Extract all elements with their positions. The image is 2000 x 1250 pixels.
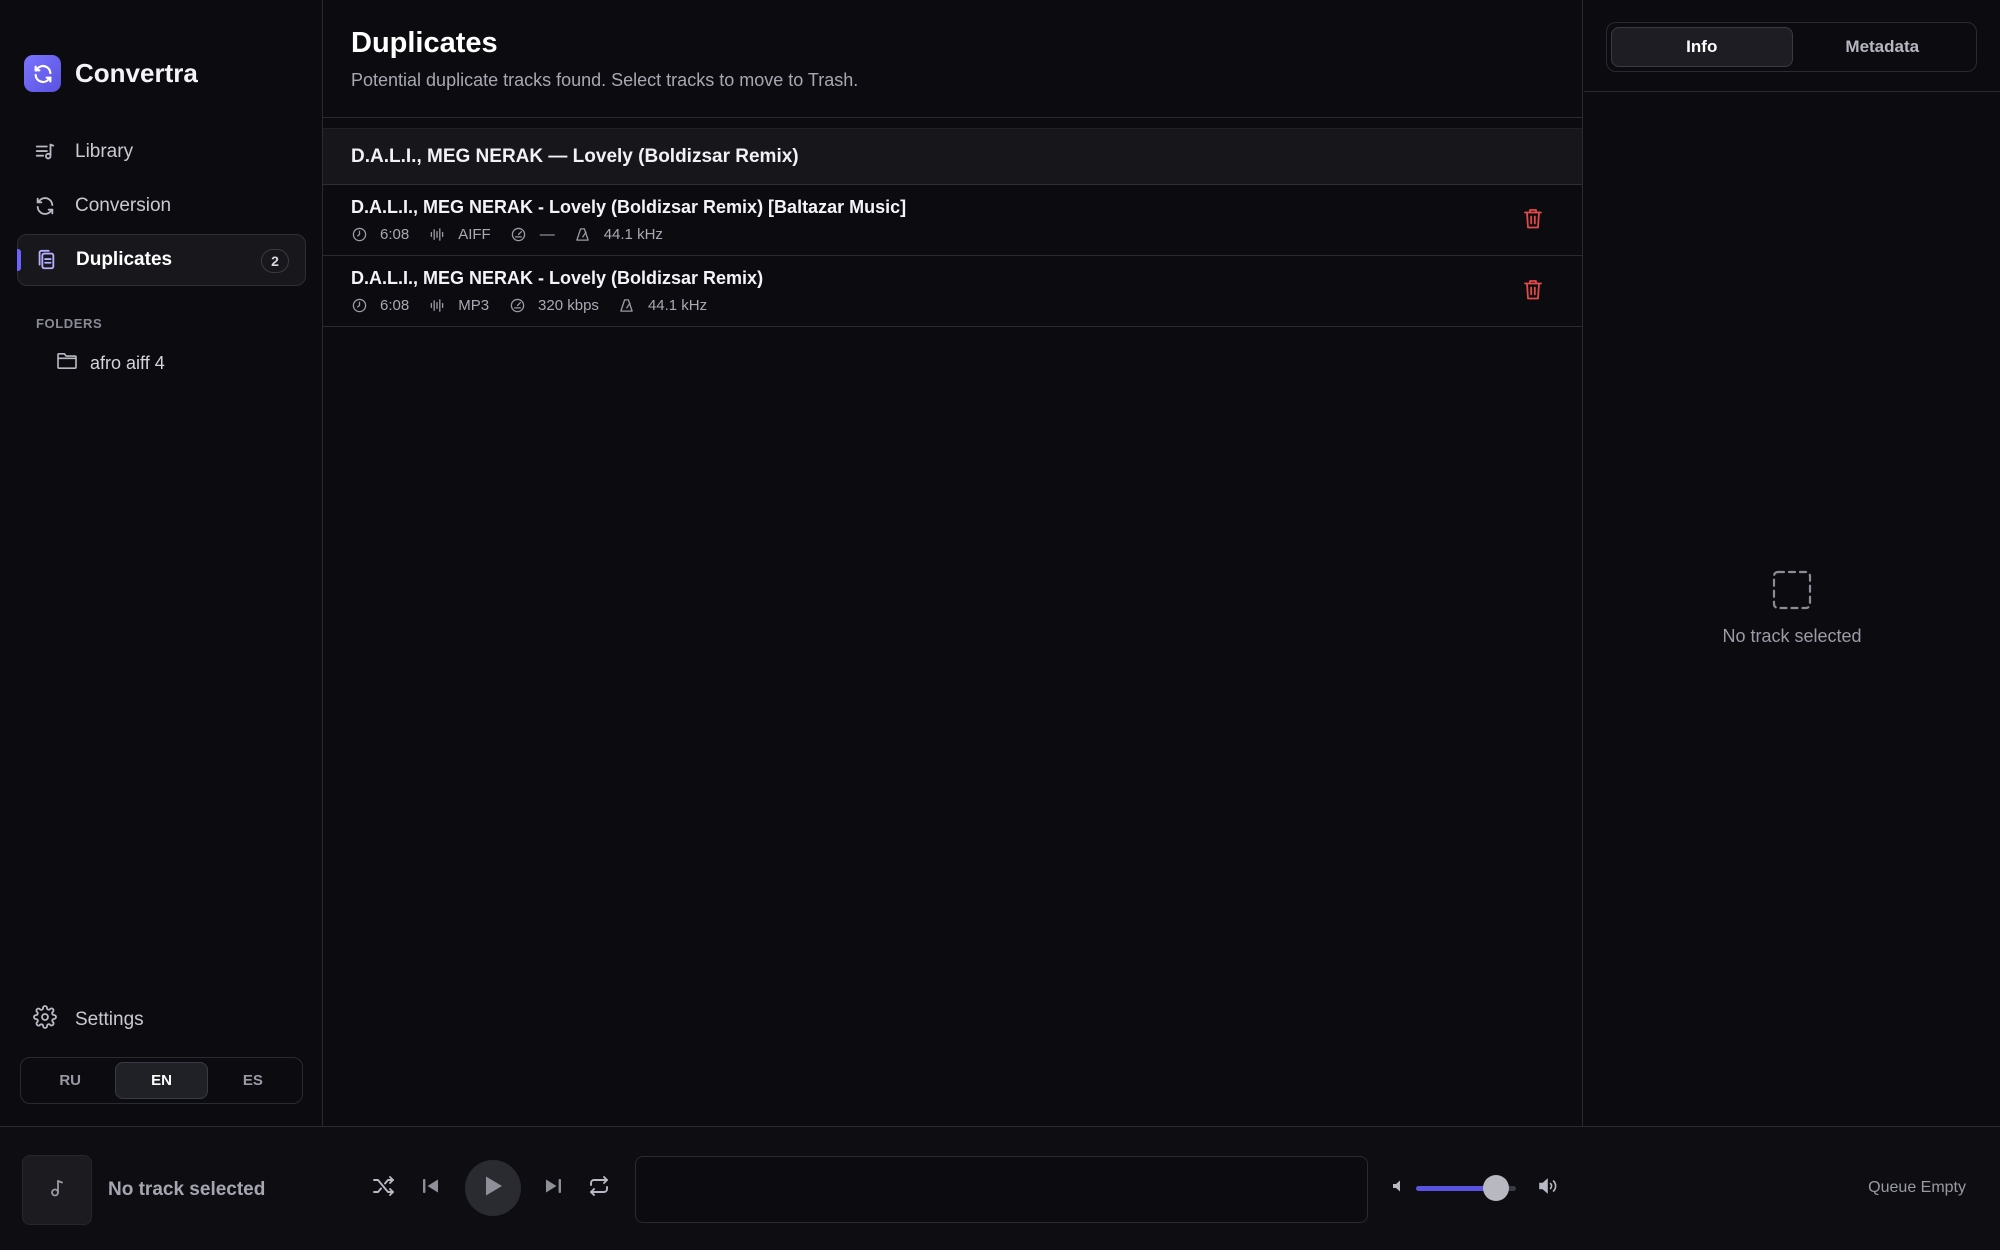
language-switcher: RU EN ES xyxy=(20,1057,303,1104)
play-button[interactable] xyxy=(465,1160,521,1216)
max-volume-button[interactable] xyxy=(1534,1173,1564,1203)
sidebar-item-label: Library xyxy=(75,141,134,162)
waveform-icon xyxy=(429,227,445,243)
folder-item[interactable]: afro aiff 4 xyxy=(56,352,165,375)
folders-heading: FOLDERS xyxy=(36,316,103,331)
details-tabs-bar: Info Metadata xyxy=(1584,0,2000,92)
track-duration: 6:08 xyxy=(380,297,410,314)
gauge-icon xyxy=(509,298,525,314)
waveform-icon xyxy=(429,298,445,314)
language-ru-button[interactable]: RU xyxy=(25,1062,115,1099)
volume-low-icon xyxy=(1391,1178,1407,1199)
tab-metadata[interactable]: Metadata xyxy=(1793,27,1973,67)
track-bitrate: — xyxy=(539,226,555,243)
folder-icon xyxy=(56,352,78,375)
volume-high-icon xyxy=(1538,1177,1560,1200)
copy-files-icon xyxy=(34,248,58,272)
metronome-icon xyxy=(619,298,635,314)
clock-icon xyxy=(351,227,367,243)
track-bitrate: 320 kbps xyxy=(538,297,599,314)
sidebar-item-label: Conversion xyxy=(75,195,172,216)
track-format: AIFF xyxy=(458,226,491,243)
track-meta: 6:08 AIFF — 44.1 kHz xyxy=(351,226,1554,243)
track-meta: 6:08 MP3 320 kbps 44.1 kHz xyxy=(351,297,1554,314)
play-icon xyxy=(482,1174,504,1203)
skip-back-icon xyxy=(421,1176,441,1201)
sidebar-item-label: Duplicates xyxy=(76,249,173,270)
sidebar-item-conversion[interactable]: Conversion xyxy=(17,180,306,232)
tab-info[interactable]: Info xyxy=(1611,27,1793,67)
volume-knob[interactable] xyxy=(1483,1175,1509,1201)
track-title: D.A.L.I., MEG NERAK - Lovely (Boldizsar … xyxy=(351,197,907,217)
refresh-icon xyxy=(33,194,57,218)
page-subtitle: Potential duplicate tracks found. Select… xyxy=(351,70,859,90)
shuffle-button[interactable] xyxy=(369,1173,399,1203)
move-to-trash-button[interactable] xyxy=(1522,280,1544,304)
player-bar: No track selected Queue Empty xyxy=(0,1126,2000,1250)
gear-icon xyxy=(33,1005,57,1035)
sidebar-item-duplicates[interactable]: Duplicates 2 xyxy=(17,234,306,286)
sidebar-nav: Library Conversion Duplicates 2 xyxy=(17,126,306,288)
music-note-icon xyxy=(48,1178,66,1203)
repeat-button[interactable] xyxy=(584,1173,614,1203)
clock-icon xyxy=(351,298,367,314)
mute-button[interactable] xyxy=(1384,1173,1414,1203)
app-logo-icon xyxy=(24,55,61,92)
queue-status[interactable]: Queue Empty xyxy=(1868,1179,1966,1197)
main-content: Duplicates Potential duplicate tracks fo… xyxy=(323,0,1583,1126)
track-title: D.A.L.I., MEG NERAK - Lovely (Boldizsar … xyxy=(351,268,764,288)
move-to-trash-button[interactable] xyxy=(1522,209,1544,233)
track-sample-rate: 44.1 kHz xyxy=(647,297,708,314)
metronome-icon xyxy=(575,227,591,243)
waveform-seekbar[interactable] xyxy=(635,1156,1368,1223)
page-header: Duplicates Potential duplicate tracks fo… xyxy=(323,0,1582,118)
app-name: Convertra xyxy=(75,58,198,88)
track-row[interactable]: D.A.L.I., MEG NERAK - Lovely (Boldizsar … xyxy=(323,256,1582,327)
details-panel: Info Metadata No track selected xyxy=(1584,0,2000,1126)
app-window: Convertra Library Conversion Duplicates … xyxy=(0,0,2000,1250)
previous-button[interactable] xyxy=(416,1173,446,1203)
sidebar-item-library[interactable]: Library xyxy=(17,126,306,178)
settings-button[interactable]: Settings xyxy=(33,1005,144,1035)
language-es-button[interactable]: ES xyxy=(208,1062,298,1099)
settings-label: Settings xyxy=(75,1009,144,1030)
details-tabs: Info Metadata xyxy=(1606,22,1977,72)
trash-icon xyxy=(1524,279,1542,305)
dashed-square-icon xyxy=(1772,570,1812,610)
trash-icon xyxy=(1524,208,1542,234)
gauge-icon xyxy=(511,227,527,243)
track-duration: 6:08 xyxy=(380,226,410,243)
track-row[interactable]: D.A.L.I., MEG NERAK - Lovely (Boldizsar … xyxy=(323,185,1582,256)
sidebar: Convertra Library Conversion Duplicates … xyxy=(0,0,323,1126)
track-format: MP3 xyxy=(458,297,490,314)
track-sample-rate: 44.1 kHz xyxy=(603,226,663,243)
album-art xyxy=(22,1155,92,1225)
next-button[interactable] xyxy=(538,1173,568,1203)
duplicates-count-badge: 2 xyxy=(261,249,289,273)
shuffle-icon xyxy=(372,1175,396,1202)
empty-state: No track selected xyxy=(1584,570,2000,647)
page-title: Duplicates xyxy=(351,27,498,59)
now-playing-title: No track selected xyxy=(108,1179,266,1200)
folder-label: afro aiff 4 xyxy=(90,353,165,373)
brand: Convertra xyxy=(24,55,198,92)
library-music-icon xyxy=(33,140,57,164)
skip-forward-icon xyxy=(543,1176,563,1201)
language-en-button[interactable]: EN xyxy=(115,1062,208,1099)
duplicate-group-header: D.A.L.I., MEG NERAK — Lovely (Boldizsar … xyxy=(323,128,1582,185)
repeat-icon xyxy=(587,1175,611,1202)
empty-state-text: No track selected xyxy=(1722,626,1862,646)
